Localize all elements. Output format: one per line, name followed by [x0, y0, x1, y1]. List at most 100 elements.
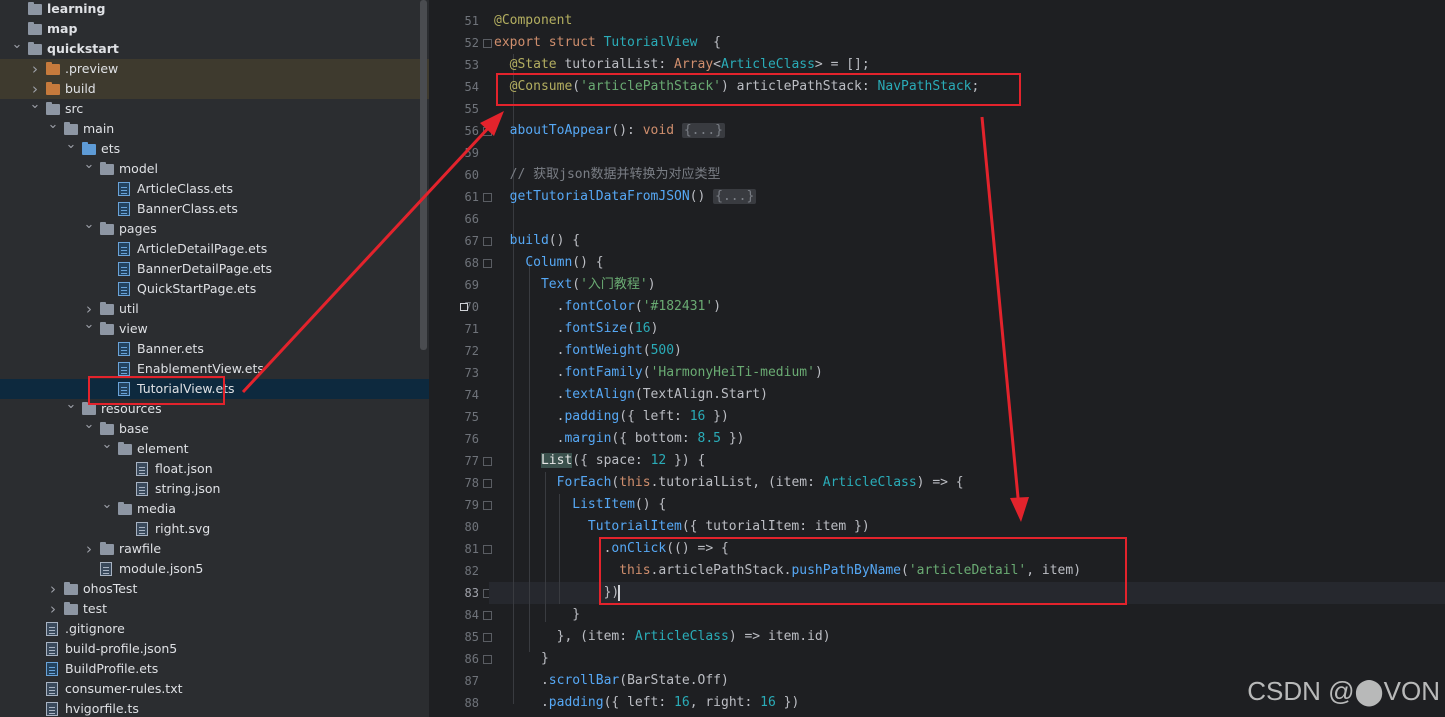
code-line[interactable]: .fontColor('#182431') — [494, 296, 721, 318]
code-line[interactable]: .textAlign(TextAlign.Start) — [494, 384, 768, 406]
code-line[interactable]: build() { — [494, 230, 580, 252]
tree-item[interactable]: ⌄ src — [0, 97, 429, 119]
chevron-down-icon[interactable]: ⌄ — [83, 315, 95, 335]
code-line[interactable]: Text('入门教程') — [494, 274, 656, 296]
tree-item[interactable]: Banner.ets — [0, 339, 429, 359]
tree-item[interactable]: BuildProfile.ets — [0, 659, 429, 679]
tree-item-label: BuildProfile.ets — [65, 661, 159, 676]
code-line[interactable]: }, (item: ArticleClass) => item.id) — [494, 626, 831, 648]
fold-marker-icon[interactable] — [483, 479, 492, 488]
code-line[interactable]: } — [494, 648, 549, 670]
chevron-down-icon[interactable]: ⌄ — [83, 215, 95, 235]
code-line[interactable]: .padding({ left: 16 }) — [494, 406, 729, 428]
breakpoint-marker-icon[interactable] — [460, 303, 468, 311]
chevron-down-icon[interactable]: ⌄ — [29, 95, 41, 115]
onclick-handler-box — [599, 537, 1127, 605]
fold-marker-icon[interactable] — [483, 633, 492, 642]
tree-item[interactable]: › rawfile — [0, 539, 429, 559]
fold-marker-icon[interactable] — [483, 611, 492, 620]
code-line[interactable]: .margin({ bottom: 8.5 }) — [494, 428, 745, 450]
ets-file-icon — [46, 662, 58, 676]
code-line[interactable]: ForEach(this.tutorialList, (item: Articl… — [494, 472, 964, 494]
tree-scrollbar[interactable] — [420, 0, 427, 350]
chevron-down-icon[interactable]: ⌄ — [101, 495, 113, 515]
code-line[interactable]: getTutorialDataFromJSON() {...} — [494, 186, 757, 208]
tree-item[interactable]: hvigorfile.ts — [0, 699, 429, 717]
tree-item[interactable]: .gitignore — [0, 619, 429, 639]
fold-marker-icon[interactable] — [483, 501, 492, 510]
code-line[interactable]: .fontFamily('HarmonyHeiTi-medium') — [494, 362, 823, 384]
ets-file-icon — [118, 242, 130, 256]
code-line[interactable]: export struct TutorialView { — [494, 32, 721, 54]
code-line[interactable]: aboutToAppear(): void {...} — [494, 120, 725, 142]
code-editor[interactable]: 51 52 53 54 55 56 59 60 61 66 67 68 69 70 71 72 73 74 75 76… — [429, 0, 1445, 717]
folder-icon — [46, 102, 60, 116]
ets-file-icon — [118, 262, 130, 276]
code-line[interactable]: // 获取json数据并转换为对应类型 — [494, 164, 721, 186]
file-icon — [46, 702, 58, 716]
tree-item[interactable]: › util — [0, 299, 429, 319]
file-icon — [46, 622, 58, 636]
tree-item-label: BannerClass.ets — [137, 201, 238, 216]
tree-item[interactable]: ⌄ model — [0, 157, 429, 179]
tree-item[interactable]: ArticleClass.ets — [0, 179, 429, 199]
tree-item[interactable]: ⌄ view — [0, 317, 429, 339]
line-number: 86 — [464, 652, 479, 666]
chevron-down-icon[interactable]: ⌄ — [83, 415, 95, 435]
line-number: 55 — [464, 102, 479, 116]
tree-item[interactable]: build-profile.json5 — [0, 639, 429, 659]
tree-item[interactable]: BannerDetailPage.ets — [0, 259, 429, 279]
chevron-right-icon[interactable]: › — [29, 59, 41, 79]
code-line[interactable]: TutorialItem({ tutorialItem: item }) — [494, 516, 870, 538]
fold-marker-icon[interactable] — [483, 193, 492, 202]
chevron-down-icon[interactable]: ⌄ — [65, 135, 77, 155]
fold-marker-icon[interactable] — [483, 237, 492, 246]
chevron-right-icon[interactable]: › — [83, 539, 95, 559]
tree-item[interactable]: right.svg — [0, 519, 429, 539]
code-line[interactable]: Column() { — [494, 252, 603, 274]
tree-item[interactable]: › .preview — [0, 59, 429, 79]
line-number: 82 — [464, 564, 479, 578]
chevron-right-icon[interactable]: › — [47, 579, 59, 599]
chevron-down-icon[interactable]: ⌄ — [65, 395, 77, 415]
chevron-down-icon[interactable]: ⌄ — [101, 435, 113, 455]
chevron-right-icon[interactable]: › — [47, 599, 59, 619]
code-line[interactable]: .fontSize(16) — [494, 318, 659, 340]
chevron-down-icon[interactable]: ⌄ — [47, 115, 59, 135]
tree-item[interactable]: ⌄ media — [0, 497, 429, 519]
code-line[interactable]: .scrollBar(BarState.Off) — [494, 670, 729, 692]
tree-item[interactable]: › test — [0, 599, 429, 619]
chevron-down-icon[interactable]: ⌄ — [11, 35, 23, 55]
tree-item[interactable]: › build — [0, 79, 429, 99]
tree-item[interactable]: string.json — [0, 479, 429, 499]
tree-item[interactable]: › ohosTest — [0, 579, 429, 599]
code-line[interactable]: .padding({ left: 16, right: 16 }) — [494, 692, 799, 714]
fold-marker-icon[interactable] — [483, 39, 492, 48]
tree-item[interactable]: float.json — [0, 459, 429, 479]
fold-marker-icon[interactable] — [483, 545, 492, 554]
chevron-down-icon[interactable]: ⌄ — [83, 155, 95, 175]
tree-item[interactable]: ⌄ quickstart — [0, 37, 429, 59]
tree-item[interactable]: consumer-rules.txt — [0, 679, 429, 699]
tree-item[interactable]: module.json5 — [0, 559, 429, 579]
tree-item[interactable]: ⌄ ets — [0, 137, 429, 159]
line-number: 68 — [464, 256, 479, 270]
tree-item[interactable]: ArticleDetailPage.ets — [0, 239, 429, 259]
code-line[interactable]: } — [494, 604, 580, 626]
code-line[interactable]: List({ space: 12 }) { — [494, 450, 705, 472]
tree-item[interactable]: ⌄ element — [0, 437, 429, 459]
tree-item[interactable]: map — [0, 19, 429, 39]
fold-marker-icon[interactable] — [483, 127, 492, 136]
fold-marker-icon[interactable] — [483, 655, 492, 664]
tree-item[interactable]: QuickStartPage.ets — [0, 279, 429, 299]
code-line[interactable]: @Component — [494, 10, 572, 32]
code-line[interactable]: ListItem() { — [494, 494, 666, 516]
fold-marker-icon[interactable] — [483, 259, 492, 268]
tree-item[interactable]: learning — [0, 0, 429, 19]
tree-item[interactable]: ⌄ pages — [0, 217, 429, 239]
tree-item[interactable]: BannerClass.ets — [0, 199, 429, 219]
line-number: 61 — [464, 190, 479, 204]
code-line[interactable]: .fontWeight(500) — [494, 340, 682, 362]
fold-marker-icon[interactable] — [483, 457, 492, 466]
tree-item[interactable]: ⌄ base — [0, 417, 429, 439]
